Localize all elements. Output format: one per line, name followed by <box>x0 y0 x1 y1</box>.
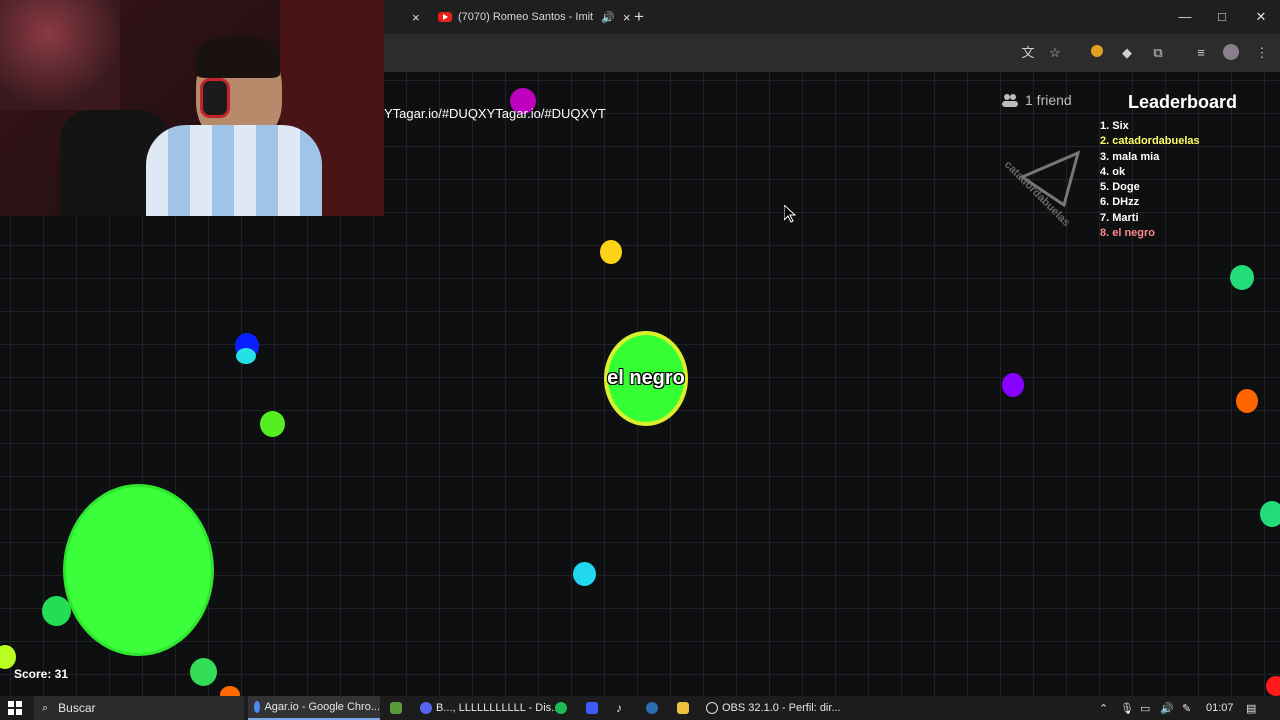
webcam-person-shirt <box>146 125 322 216</box>
food-pellet <box>0 645 16 669</box>
taskbar-explorer[interactable] <box>677 696 693 720</box>
leaderboard-title: Leaderboard <box>1128 92 1238 112</box>
start-button[interactable] <box>8 696 22 720</box>
leaderboard-entry: 5. Doge <box>1100 181 1140 194</box>
obs-icon <box>706 702 718 714</box>
food-pellet <box>1236 389 1258 413</box>
youtube-icon <box>438 12 452 22</box>
tab-agar-close[interactable]: × <box>404 4 420 30</box>
friends-icon <box>1002 94 1018 107</box>
leaderboard-entry: 3. mala mia <box>1100 150 1160 163</box>
leaderboard-entry: 1. Six <box>1100 120 1129 132</box>
teammate-direction-arrow: catadordabuelas <box>1002 150 1081 229</box>
food-pellet <box>1230 265 1254 290</box>
food-pellet <box>1260 501 1280 527</box>
food-pellet <box>190 658 217 686</box>
food-pellet <box>236 348 256 364</box>
tab-youtube[interactable]: (7070) Romeo Santos - Imit 🔊 × <box>438 4 630 30</box>
search-icon: ⌕ <box>42 701 49 714</box>
tray-pen-icon[interactable]: ✎ <box>1182 696 1191 720</box>
taskbar-steam[interactable] <box>646 696 662 720</box>
app-icon <box>586 702 598 714</box>
friends-indicator[interactable]: 1 friend <box>1001 92 1072 108</box>
tiktok-icon: ♪ <box>616 701 622 715</box>
notification-icon[interactable]: ▤ <box>1246 696 1256 720</box>
windows-logo-icon <box>8 701 22 715</box>
taskbar-app[interactable] <box>586 696 602 720</box>
discord-icon <box>420 702 432 714</box>
leaderboard-entry: 6. DHzz <box>1100 196 1140 209</box>
taskbar-obs[interactable]: OBS 32.1.0 - Perfil: dir... <box>706 696 841 720</box>
taskbar-tiktok[interactable]: ♪ <box>616 696 622 720</box>
speaker-icon[interactable]: 🔊 <box>601 11 615 24</box>
close-icon[interactable]: × <box>412 10 420 25</box>
friends-count: 1 friend <box>1025 92 1072 108</box>
search-placeholder: Buscar <box>58 701 96 715</box>
tray-network-icon[interactable]: ▭ <box>1140 696 1150 720</box>
taskbar-search[interactable]: ⌕ Buscar <box>34 696 244 720</box>
folder-icon <box>677 702 689 714</box>
chrome-icon <box>254 701 261 713</box>
close-icon[interactable]: × <box>623 10 631 25</box>
webcam-overlay <box>0 0 384 216</box>
minimize-button[interactable]: — <box>1170 6 1200 28</box>
profile-avatar-icon[interactable] <box>1222 44 1240 62</box>
tray-clock[interactable]: 01:07 <box>1206 696 1234 720</box>
taskbar-discord[interactable]: B..., LLLLLLLLLLL - Dis... <box>420 696 560 720</box>
leaderboard-list: 1. Six 2. catadordabuelas 3. mala mia 4.… <box>1100 119 1200 241</box>
extensions-icon[interactable]: ⧉ <box>1149 44 1167 62</box>
taskbar-chrome-label: Agar.io - Google Chro... <box>264 701 380 713</box>
food-pellet <box>1002 373 1024 397</box>
taskbar-chrome[interactable]: Agar.io - Google Chro... <box>248 696 380 720</box>
translate-icon[interactable]: 文 <box>1019 44 1037 62</box>
close-window-button[interactable]: ✕ <box>1246 6 1276 28</box>
green-virus <box>66 487 211 653</box>
tray-chevron-up-icon[interactable]: ⌃ <box>1099 696 1108 720</box>
party-url-text: YTagar.io/#DUQXYTagar.io/#DUQXYT <box>384 106 606 121</box>
steam-icon <box>646 702 658 714</box>
food-pellet <box>600 240 622 264</box>
player-cell[interactable]: el negro <box>604 331 688 426</box>
menu-kebab-icon[interactable]: ⋮ <box>1253 44 1271 62</box>
new-tab-button[interactable]: + <box>634 4 644 30</box>
leaderboard-entry: 7. Marti <box>1100 211 1139 224</box>
windows-taskbar: ⌕ Buscar Agar.io - Google Chro... B..., … <box>0 696 1280 720</box>
food-pellet <box>260 411 285 437</box>
taskbar-obs-label: OBS 32.1.0 - Perfil: dir... <box>722 702 841 714</box>
tray-mic-icon[interactable]: 🎙 <box>1120 696 1134 720</box>
tray-volume-icon[interactable]: 🔊 <box>1160 696 1174 720</box>
media-control-icon[interactable]: ≡ <box>1192 44 1210 62</box>
tab-youtube-title: (7070) Romeo Santos - Imit <box>458 11 594 23</box>
diamond-icon[interactable]: ◆ <box>1118 44 1136 62</box>
leaderboard-entry: 2. catadordabuelas <box>1100 135 1200 148</box>
food-pellet <box>42 596 71 626</box>
maximize-button[interactable]: □ <box>1207 6 1237 28</box>
screen: el negro catadordabuelas × (7070) Romeo … <box>0 0 1280 720</box>
mouse-cursor-icon <box>784 205 796 223</box>
spotify-icon <box>555 702 567 714</box>
food-pellet <box>1266 676 1280 696</box>
taskbar-spotify[interactable] <box>555 696 571 720</box>
player-cell-name: el negro <box>607 367 685 389</box>
extension-badge-icon[interactable] <box>1088 44 1106 62</box>
taskbar-discord-label: B..., LLLLLLLLLLL - Dis... <box>436 702 561 714</box>
leaderboard-entry: 4. ok <box>1100 165 1126 178</box>
leaderboard-entry: 8. el negro <box>1100 227 1156 240</box>
star-icon[interactable]: ☆ <box>1046 44 1064 62</box>
webcam-headset <box>200 78 230 118</box>
score-label: Score: 31 <box>14 667 69 681</box>
taskbar-minecraft[interactable] <box>390 696 406 720</box>
webcam-person-hair <box>196 36 280 78</box>
food-pellet <box>573 562 596 586</box>
minecraft-icon <box>390 702 402 714</box>
webcam-wall-light <box>0 0 120 110</box>
